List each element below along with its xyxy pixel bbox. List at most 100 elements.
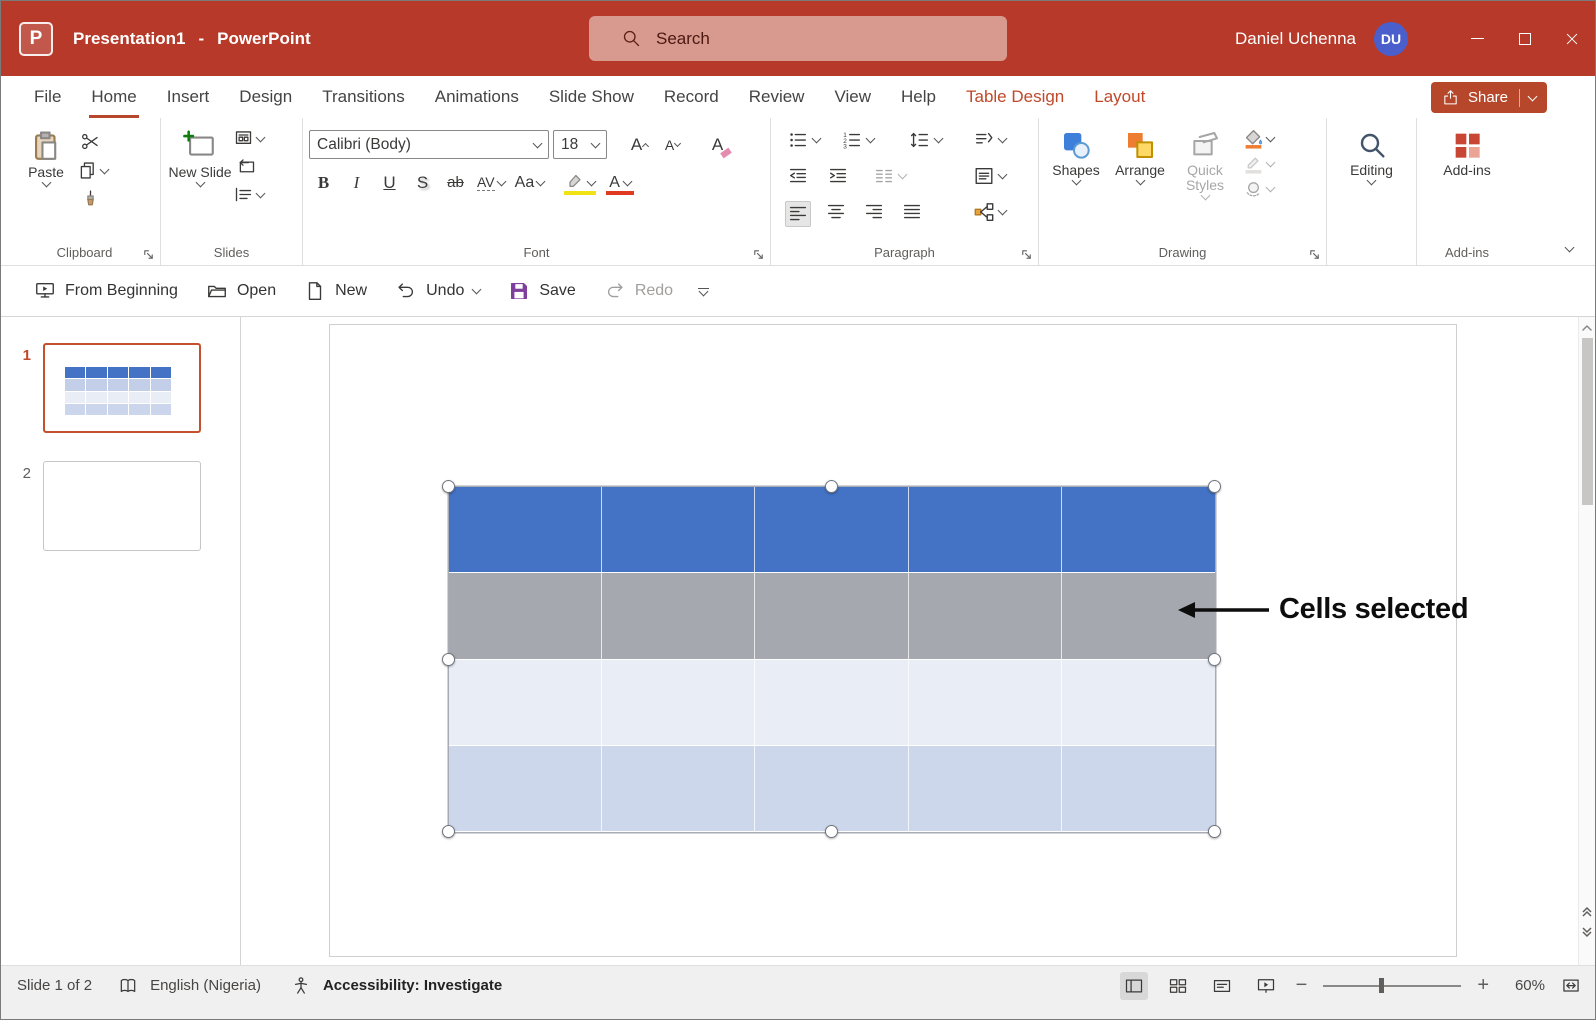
avatar[interactable]: DU [1374, 22, 1408, 56]
align-center-button[interactable] [825, 201, 847, 223]
table-cell[interactable] [449, 487, 602, 572]
scroll-up-icon[interactable] [1581, 322, 1593, 334]
resize-handle-bottom-left[interactable] [442, 825, 455, 838]
zoom-in-button[interactable]: + [1477, 974, 1489, 997]
tab-layout[interactable]: Layout [1079, 76, 1160, 118]
slide-sorter-view-button[interactable] [1164, 972, 1192, 1000]
table-cell[interactable] [449, 746, 602, 831]
maximize-button[interactable] [1501, 1, 1548, 76]
slide-thumbnail-1[interactable] [43, 343, 201, 433]
zoom-out-button[interactable]: − [1296, 974, 1308, 997]
font-size-select[interactable]: 18 [553, 130, 607, 159]
zoom-slider-thumb[interactable] [1379, 978, 1384, 993]
decrease-indent-button[interactable] [787, 165, 809, 187]
text-shadow-button[interactable]: S [408, 168, 437, 197]
quick-styles-button[interactable]: Quick Styles [1173, 124, 1237, 241]
shape-effects-button[interactable] [1243, 178, 1274, 199]
tab-transitions[interactable]: Transitions [307, 76, 420, 118]
tab-home[interactable]: Home [76, 76, 151, 118]
tab-help[interactable]: Help [886, 76, 951, 118]
copy-button[interactable] [77, 160, 108, 181]
table-cell[interactable] [909, 660, 1062, 745]
zoom-slider[interactable] [1323, 985, 1461, 987]
collapse-ribbon-icon[interactable] [1565, 243, 1575, 253]
save-button[interactable]: Save [497, 274, 586, 308]
table-cell[interactable] [909, 487, 1062, 572]
strikethrough-button[interactable]: ab [441, 168, 470, 197]
convert-to-smartart-button[interactable] [973, 201, 1006, 223]
section-button[interactable] [233, 184, 264, 205]
addins-button[interactable]: Add-ins [1429, 124, 1505, 241]
increase-indent-button[interactable] [827, 165, 849, 187]
share-button[interactable]: Share [1431, 82, 1547, 113]
table-cell[interactable] [1062, 746, 1215, 831]
slide-table[interactable] [449, 487, 1215, 832]
previous-slide-button[interactable] [1580, 905, 1594, 919]
clear-formatting-button[interactable]: A [703, 130, 732, 159]
align-text-button[interactable] [973, 165, 1006, 187]
tab-insert[interactable]: Insert [152, 76, 225, 118]
table-cell-selected[interactable] [449, 573, 602, 658]
table-cell[interactable] [755, 487, 908, 572]
redo-button[interactable]: Redo [593, 274, 684, 308]
font-name-select[interactable]: Calibri (Body) [309, 130, 549, 159]
tab-table-design[interactable]: Table Design [951, 76, 1079, 118]
slide-canvas[interactable] [329, 324, 1457, 957]
table-cell[interactable] [1062, 487, 1215, 572]
normal-view-button[interactable] [1120, 972, 1148, 1000]
close-button[interactable] [1548, 1, 1595, 76]
table-cell[interactable] [602, 746, 755, 831]
from-beginning-button[interactable]: From Beginning [23, 274, 189, 308]
table-cell[interactable] [1062, 660, 1215, 745]
resize-handle-middle-right[interactable] [1208, 653, 1221, 666]
slideshow-view-button[interactable] [1252, 972, 1280, 1000]
tab-view[interactable]: View [819, 76, 886, 118]
language-indicator[interactable]: English (Nigeria) [150, 977, 261, 994]
bullets-button[interactable] [787, 129, 820, 151]
highlight-color-button[interactable] [561, 168, 599, 197]
editing-button[interactable]: Editing [1337, 124, 1407, 241]
decrease-font-size-button[interactable]: A [658, 130, 687, 159]
resize-handle-bottom-middle[interactable] [825, 825, 838, 838]
shape-fill-button[interactable] [1243, 128, 1274, 149]
paragraph-dialog-launcher[interactable] [1020, 248, 1033, 261]
format-painter-button[interactable] [77, 186, 104, 213]
resize-handle-top-middle[interactable] [825, 480, 838, 493]
reading-view-button[interactable] [1208, 972, 1236, 1000]
columns-button[interactable] [873, 165, 906, 187]
tab-design[interactable]: Design [224, 76, 307, 118]
zoom-level[interactable]: 60% [1505, 977, 1545, 994]
table-cell-selected[interactable] [602, 573, 755, 658]
table-cell[interactable] [755, 746, 908, 831]
next-slide-button[interactable] [1580, 925, 1594, 939]
resize-handle-top-right[interactable] [1208, 480, 1221, 493]
table-cell-selected[interactable] [909, 573, 1062, 658]
text-direction-button[interactable] [973, 129, 1006, 151]
chevron-down-icon[interactable] [472, 285, 482, 295]
cut-button[interactable] [77, 128, 104, 155]
qat-overflow-button[interactable] [690, 284, 717, 299]
character-spacing-button[interactable]: AV [474, 168, 508, 197]
change-case-button[interactable]: Aa [512, 168, 548, 197]
undo-button[interactable]: Undo [384, 274, 491, 308]
table-cell[interactable] [602, 487, 755, 572]
shapes-button[interactable]: Shapes [1045, 124, 1107, 241]
tab-slide-show[interactable]: Slide Show [534, 76, 649, 118]
resize-handle-top-left[interactable] [442, 480, 455, 493]
line-spacing-button[interactable] [909, 129, 942, 151]
align-left-button[interactable] [785, 201, 811, 227]
slide-indicator[interactable]: Slide 1 of 2 [17, 977, 92, 994]
font-color-button[interactable]: A [603, 168, 637, 197]
minimize-button[interactable] [1454, 1, 1501, 76]
paste-button[interactable]: Paste [15, 124, 77, 241]
tab-record[interactable]: Record [649, 76, 734, 118]
table-cell[interactable] [449, 660, 602, 745]
table-cell[interactable] [909, 746, 1062, 831]
open-button[interactable]: Open [195, 274, 287, 308]
align-right-button[interactable] [863, 201, 885, 223]
search-input[interactable]: Search [589, 16, 1007, 61]
tab-animations[interactable]: Animations [420, 76, 534, 118]
font-dialog-launcher[interactable] [752, 248, 765, 261]
bold-button[interactable]: B [309, 168, 338, 197]
clipboard-dialog-launcher[interactable] [142, 248, 155, 261]
